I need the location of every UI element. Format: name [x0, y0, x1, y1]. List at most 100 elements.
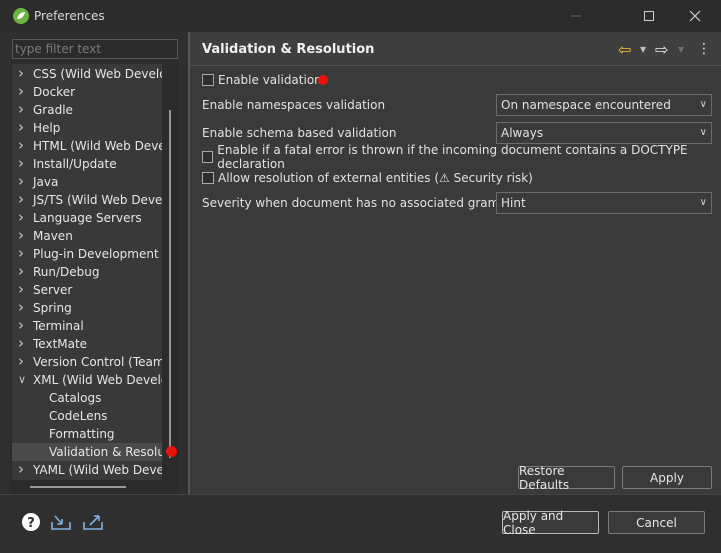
- tree-item-label: TextMate: [33, 337, 88, 351]
- help-icon[interactable]: ?: [20, 512, 42, 532]
- tree-child-item[interactable]: Formatting: [12, 425, 162, 443]
- chevron-right-icon[interactable]: ›: [18, 100, 28, 118]
- tree-item[interactable]: › Version Control (Team): [12, 352, 162, 371]
- view-menu-icon[interactable]: ⋮: [697, 40, 711, 58]
- chevron-right-icon[interactable]: ›: [18, 460, 28, 478]
- tree-item[interactable]: ∨ XML (Wild Web Develop: [12, 371, 162, 389]
- minimize-button[interactable]: [553, 0, 599, 32]
- chevron-right-icon[interactable]: ›: [18, 280, 28, 298]
- tree-item-label: Language Servers: [33, 211, 142, 225]
- tree-item-label: CodeLens: [49, 409, 108, 423]
- tree-vertical-scroll-thumb[interactable]: [169, 110, 171, 458]
- tree-item[interactable]: › Help: [12, 118, 162, 137]
- filter-input[interactable]: [12, 39, 178, 59]
- chevron-right-icon[interactable]: ›: [18, 352, 28, 370]
- schema-select[interactable]: Always ∨: [496, 122, 712, 144]
- fatal-error-label: Enable if a fatal error is thrown if the…: [217, 143, 688, 171]
- chevron-right-icon[interactable]: ›: [18, 208, 28, 226]
- severity-label: Severity when document has no associated…: [202, 196, 524, 210]
- chevron-right-icon[interactable]: ›: [18, 136, 28, 154]
- tree-item[interactable]: › Docker: [12, 82, 162, 101]
- tree-item[interactable]: › JS/TS (Wild Web Develo: [12, 190, 162, 209]
- namespaces-select[interactable]: On namespace encountered ∨: [496, 94, 712, 116]
- tree-child-item[interactable]: Validation & Resolut: [12, 443, 162, 461]
- tree-item-label: HTML (Wild Web Develo: [33, 139, 162, 153]
- enable-validation-row[interactable]: Enable validation: [202, 72, 322, 88]
- tree-item[interactable]: › Spring: [12, 298, 162, 317]
- apply-button[interactable]: Apply: [622, 466, 712, 489]
- tree-item-label: Java: [33, 175, 59, 189]
- tree-child-item[interactable]: Catalogs: [12, 389, 162, 407]
- tree-item[interactable]: › HTML (Wild Web Develo: [12, 136, 162, 155]
- close-button[interactable]: [672, 0, 718, 32]
- namespaces-value: On namespace encountered: [501, 98, 671, 112]
- enable-validation-label: Enable validation: [218, 73, 322, 87]
- tree-item-label: CSS (Wild Web Develop: [33, 67, 162, 81]
- title-bar: Preferences: [0, 0, 721, 32]
- tree-horizontal-scroll-thumb[interactable]: [30, 486, 126, 488]
- chevron-right-icon[interactable]: ›: [18, 154, 28, 172]
- forward-dropdown-icon: ▼: [678, 44, 685, 54]
- tree-item-label: Run/Debug: [33, 265, 100, 279]
- chevron-right-icon[interactable]: ›: [18, 334, 28, 352]
- chevron-right-icon[interactable]: ›: [18, 316, 28, 334]
- chevron-right-icon[interactable]: ›: [18, 118, 28, 136]
- minimize-icon: [571, 15, 581, 17]
- chevron-right-icon[interactable]: ›: [18, 82, 28, 100]
- tree-item-label: Plug-in Development: [33, 247, 159, 261]
- chevron-right-icon[interactable]: ›: [18, 64, 28, 82]
- export-icon[interactable]: [82, 512, 104, 532]
- tree-item-label: Docker: [33, 85, 76, 99]
- tree-item[interactable]: › Language Servers: [12, 208, 162, 227]
- severity-select[interactable]: Hint ∨: [496, 192, 712, 214]
- tree-item-label: Gradle: [33, 103, 73, 117]
- window-title: Preferences: [34, 9, 105, 23]
- restore-defaults-button[interactable]: Restore Defaults: [518, 464, 615, 492]
- annotation-dot: [166, 446, 177, 457]
- import-icon[interactable]: [50, 512, 72, 532]
- back-arrow-icon[interactable]: ⇦: [618, 40, 631, 59]
- back-dropdown-icon[interactable]: ▼: [640, 40, 646, 58]
- tree-item[interactable]: › Install/Update: [12, 154, 162, 173]
- tree-item[interactable]: › Server: [12, 280, 162, 299]
- tree-item-label: Catalogs: [49, 391, 102, 405]
- tree-item[interactable]: › Run/Debug: [12, 262, 162, 281]
- chevron-right-icon[interactable]: ›: [18, 244, 28, 262]
- tree-item[interactable]: › TextMate: [12, 334, 162, 353]
- schema-label: Enable schema based validation: [202, 126, 397, 140]
- chevron-right-icon[interactable]: ›: [18, 190, 28, 208]
- tree-item[interactable]: › YAML (Wild Web Develo: [12, 460, 162, 479]
- tree-item-label: Version Control (Team): [33, 355, 162, 369]
- chevron-right-icon[interactable]: ›: [18, 226, 28, 244]
- tree-item[interactable]: › CSS (Wild Web Develop: [12, 64, 162, 83]
- tree-child-item[interactable]: CodeLens: [12, 407, 162, 425]
- tree-item-label: YAML (Wild Web Develo: [33, 463, 162, 477]
- chevron-down-icon: ∨: [699, 99, 707, 110]
- tree-item[interactable]: › Gradle: [12, 100, 162, 119]
- tree-item[interactable]: › Maven: [12, 226, 162, 245]
- forward-arrow-icon[interactable]: ⇨: [655, 40, 668, 59]
- apply-and-close-button[interactable]: Apply and Close: [502, 509, 599, 537]
- schema-value: Always: [501, 126, 544, 140]
- chevron-down-icon[interactable]: ∨: [18, 371, 28, 389]
- tree-item[interactable]: › Plug-in Development: [12, 244, 162, 263]
- fatal-error-row[interactable]: Enable if a fatal error is thrown if the…: [202, 143, 721, 171]
- tree-item[interactable]: › Terminal: [12, 316, 162, 335]
- spring-leaf-icon: [13, 8, 29, 24]
- maximize-button[interactable]: [626, 0, 672, 32]
- chevron-right-icon[interactable]: ›: [18, 172, 28, 190]
- chevron-right-icon[interactable]: ›: [18, 298, 28, 316]
- cancel-button[interactable]: Cancel: [608, 511, 705, 534]
- external-entities-row[interactable]: Allow resolution of external entities (⚠…: [202, 170, 533, 186]
- external-entities-checkbox[interactable]: [202, 172, 214, 184]
- tree-item-label: Maven: [33, 229, 73, 243]
- enable-validation-checkbox[interactable]: [202, 74, 214, 86]
- chevron-right-icon[interactable]: ›: [18, 262, 28, 280]
- svg-text:?: ?: [27, 516, 35, 531]
- namespaces-label: Enable namespaces validation: [202, 98, 386, 112]
- tree-item-label: Formatting: [49, 427, 115, 441]
- close-icon: [689, 10, 701, 22]
- fatal-error-checkbox[interactable]: [202, 151, 214, 163]
- page-title: Validation & Resolution: [202, 42, 375, 57]
- tree-item[interactable]: › Java: [12, 172, 162, 191]
